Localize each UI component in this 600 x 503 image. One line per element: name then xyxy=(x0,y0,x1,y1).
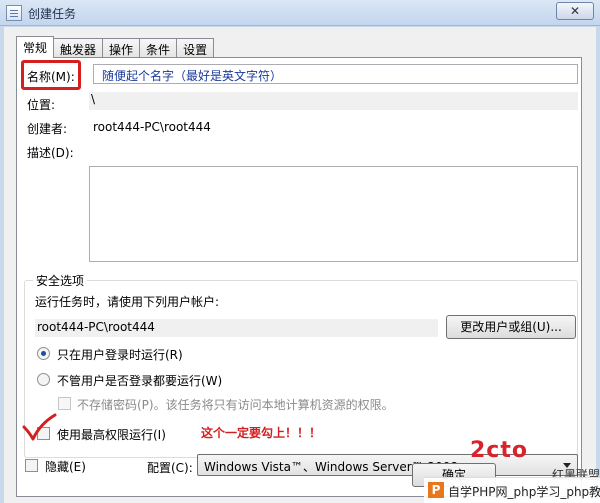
run-as-label: 运行任务时，请使用下列用户帐户: xyxy=(35,295,220,309)
name-input[interactable]: 随便起个名字（最好是英文字符） xyxy=(93,64,578,84)
dialog-body: 常规 触发器 操作 条件 设置 名称(M): 随便起个名字（最好是英文字符） 位… xyxy=(4,27,596,503)
radio-run-whether-logged-on[interactable] xyxy=(37,373,50,386)
radio-run-whether-logged-on-label: 不管用户是否登录都要运行(W) xyxy=(57,374,223,388)
watermark-bar: P 自学PHP网_php学习_php教 xyxy=(424,477,600,503)
account-value: root444-PC\root444 xyxy=(37,320,155,334)
hidden-label: 隐藏(E) xyxy=(45,460,86,474)
general-panel: 名称(M): 随便起个名字（最好是英文字符） 位置: \ 创建者: root44… xyxy=(16,57,582,497)
name-label: 名称(M): xyxy=(27,70,75,84)
location-field xyxy=(89,92,578,110)
radio-run-logged-on-label: 只在用户登录时运行(R) xyxy=(57,348,183,362)
watermark-logo-icon: P xyxy=(428,482,444,498)
tab-general[interactable]: 常规 xyxy=(16,36,55,58)
description-label: 描述(D): xyxy=(27,146,74,160)
watermark-text: 自学PHP网_php学习_php教 xyxy=(448,485,600,499)
checkmark-annotation-icon xyxy=(22,413,57,441)
author-value: root444-PC\root444 xyxy=(93,120,211,134)
description-textarea[interactable] xyxy=(89,166,578,262)
tab-triggers[interactable]: 触发器 xyxy=(53,38,104,58)
do-not-store-password-checkbox[interactable] xyxy=(58,397,71,410)
close-button[interactable]: ✕ xyxy=(556,2,594,20)
security-options-group: 安全选项 运行任务时，请使用下列用户帐户: root444-PC\root444… xyxy=(24,272,578,458)
security-group-title: 安全选项 xyxy=(33,272,88,289)
configure-label: 配置(C): xyxy=(147,461,193,475)
highest-privileges-label: 使用最高权限运行(I) xyxy=(57,428,166,442)
author-label: 创建者: xyxy=(27,122,68,136)
radio-run-logged-on[interactable] xyxy=(37,347,50,360)
location-value: \ xyxy=(91,92,96,106)
change-user-button[interactable]: 更改用户或组(U)... xyxy=(446,315,576,339)
tab-strip: 常规 触发器 操作 条件 设置 xyxy=(16,36,215,58)
task-scheduler-icon xyxy=(6,5,22,21)
title-bar: 创建任务 ✕ xyxy=(0,0,600,26)
window-title: 创建任务 xyxy=(28,7,77,21)
watermark-brand: 2cto xyxy=(470,438,528,463)
tab-conditions[interactable]: 条件 xyxy=(139,38,178,58)
do-not-store-password-label: 不存储密码(P)。该任务将只有访问本地计算机资源的权限。 xyxy=(77,398,394,412)
location-label: 位置: xyxy=(27,98,56,112)
annotation-note: 这个一定要勾上！！！ xyxy=(201,426,322,440)
tab-settings[interactable]: 设置 xyxy=(176,38,215,58)
tab-actions[interactable]: 操作 xyxy=(102,38,141,58)
hidden-checkbox[interactable] xyxy=(25,459,38,472)
